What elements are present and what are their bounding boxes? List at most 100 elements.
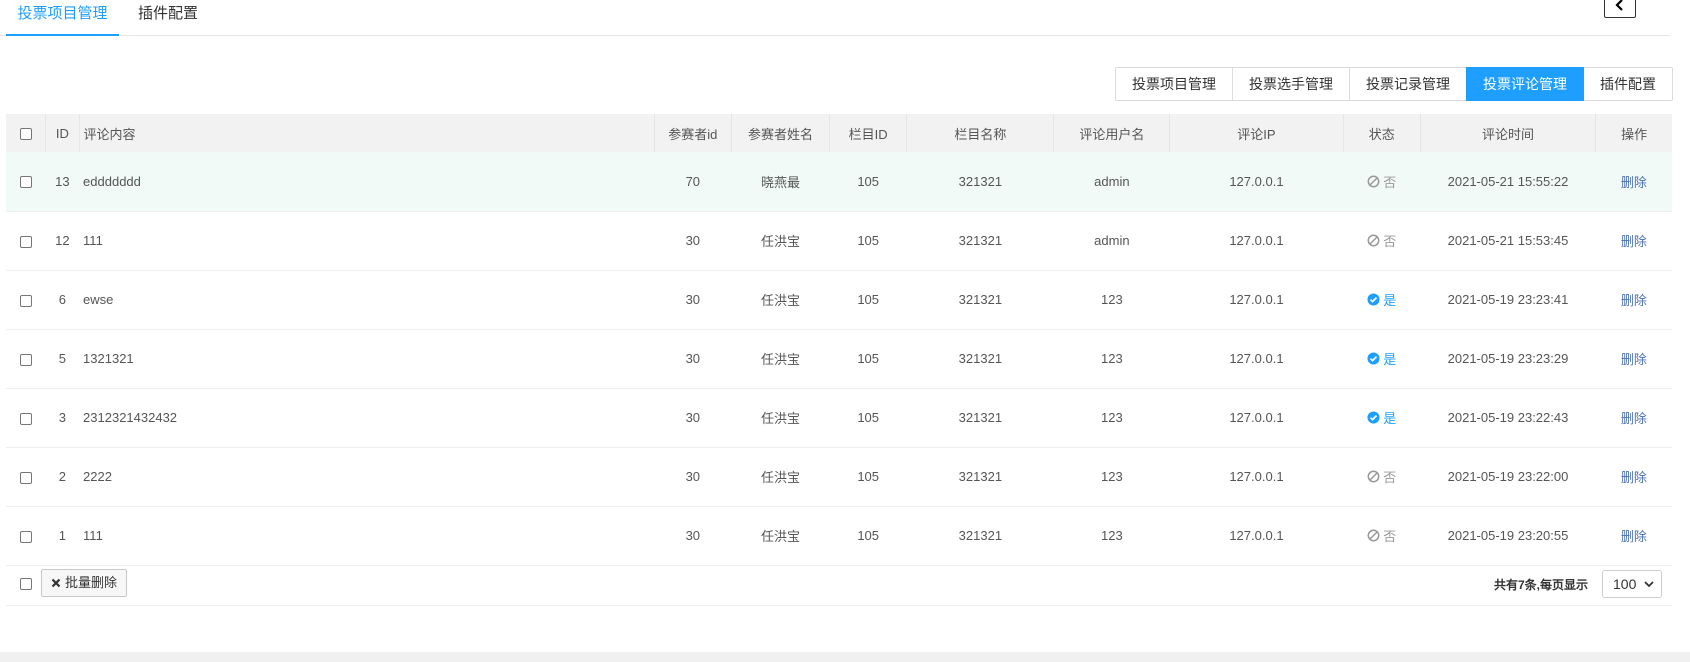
nav-vote-comment-manage-button[interactable]: 投票评论管理 [1466,67,1584,101]
id-cell: 12 [55,233,70,248]
status-cell: 是 [1343,388,1420,447]
row-checkbox[interactable] [19,530,32,543]
participant-id-cell: 30 [685,410,701,425]
batch-delete-button[interactable]: 批量删除 [41,569,128,597]
col-header-participant-name: 参赛者姓名 [731,114,831,152]
table-row: 13 eddddddd 70 晓燕最 105 321321 admin 127.0.0.1 否 2… [6,152,1672,211]
check-circle-icon [1367,411,1380,424]
col-header-column-id: 栏目ID [829,114,908,152]
table-footer: 批量删除 共有7条,每页显示 100 [6,560,1672,606]
row-select-cell [6,388,46,447]
collapse-button[interactable] [1604,0,1636,18]
status-text: 是 [1383,411,1397,426]
status-text: 否 [1383,470,1397,485]
col-header-id: ID [45,114,80,152]
total-count-text: 共有7条,每页显示 [1493,578,1588,592]
tab-plugin-config[interactable]: 插件配置 [132,0,204,36]
row-checkbox[interactable] [19,235,32,248]
ip-cell: 127.0.0.1 [1229,469,1284,484]
row-select-cell [6,270,46,329]
check-circle-icon [1367,293,1380,306]
select-all-cell [6,114,47,152]
status-badge: 否 [1367,467,1396,486]
delete-link[interactable]: 删除 [1621,352,1647,367]
row-checkbox[interactable] [19,412,32,425]
row-checkbox[interactable] [19,471,32,484]
check-circle-icon [1367,352,1380,365]
ip-cell: 127.0.0.1 [1229,351,1284,366]
status-cell: 否 [1343,152,1420,211]
table-row: 3 2312321432432 30 任洪宝 105 321321 123 127.0.0.1… [6,388,1672,447]
row-checkbox[interactable] [19,294,32,307]
footer-select-all-checkbox[interactable] [20,578,32,590]
comment-table: ID 评论内容 参赛者id 参赛者姓名 栏目ID 栏目名称 评论用户名 评论IP… [6,114,1672,566]
delete-link[interactable]: 删除 [1621,529,1647,544]
top-tab-bar: 投票项目管理 插件配置 [0,0,1670,36]
status-cell: 是 [1343,329,1420,388]
column-id-cell: 105 [857,292,880,307]
participant-id-cell: 30 [685,469,701,484]
row-checkbox[interactable] [19,353,32,366]
time-cell: 2021-05-19 23:23:41 [1447,292,1569,307]
nav-vote-project-manage-button[interactable]: 投票项目管理 [1115,67,1233,101]
delete-link[interactable]: 删除 [1621,411,1647,426]
status-cell: 否 [1343,447,1420,506]
delete-link[interactable]: 删除 [1621,293,1647,308]
ip-cell: 127.0.0.1 [1229,410,1284,425]
participant-name-cell: 任洪宝 [760,352,800,367]
row-select-cell [6,211,46,270]
participant-id-cell: 30 [685,292,701,307]
col-header-column-name: 栏目名称 [906,114,1055,152]
row-select-cell [6,447,46,506]
participant-id-cell: 30 [685,351,701,366]
status-text: 否 [1383,529,1397,544]
content-cell: eddddddd [83,173,141,189]
table-row: 2 2222 30 任洪宝 105 321321 123 127.0.0.1 否 2021-05-… [6,447,1672,506]
id-cell: 3 [58,410,66,425]
column-id-cell: 105 [857,410,880,425]
batch-delete-label: 批量删除 [65,575,118,590]
action-cell: 删除 [1596,447,1672,506]
column-name-cell: 321321 [958,528,1003,543]
content-cell: ewse [83,292,114,307]
column-id-cell: 105 [857,528,880,543]
content-cell: 2222 [83,469,112,484]
column-name-cell: 321321 [958,351,1003,366]
action-cell: 删除 [1596,388,1672,447]
username-cell: admin [1094,233,1130,248]
action-cell: 删除 [1596,152,1672,211]
tab-vote-project-manage[interactable]: 投票项目管理 [6,0,119,36]
ip-cell: 127.0.0.1 [1229,173,1284,189]
delete-link[interactable]: 删除 [1621,234,1647,249]
col-header-time: 评论时间 [1420,114,1597,152]
row-checkbox[interactable] [19,176,32,189]
column-name-cell: 321321 [958,233,1003,248]
col-header-ip: 评论IP [1169,114,1344,152]
time-cell: 2021-05-21 15:53:45 [1447,233,1569,248]
table-header-row: ID 评论内容 参赛者id 参赛者姓名 栏目ID 栏目名称 评论用户名 评论IP… [6,114,1672,152]
username-cell: admin [1094,173,1130,189]
status-badge: 否 [1367,526,1396,545]
status-text: 否 [1383,234,1397,249]
status-cell: 是 [1343,270,1420,329]
nav-vote-player-manage-button[interactable]: 投票选手管理 [1232,67,1350,101]
column-id-cell: 105 [857,173,880,189]
username-cell: 123 [1101,292,1123,307]
participant-name-cell: 晓燕最 [760,174,800,190]
delete-link[interactable]: 删除 [1621,175,1647,190]
participant-name-cell: 任洪宝 [760,411,800,426]
close-icon [51,578,61,588]
delete-link[interactable]: 删除 [1621,470,1647,485]
page-size-select[interactable]: 100 [1602,570,1662,598]
nav-vote-record-manage-button[interactable]: 投票记录管理 [1349,67,1467,101]
chevron-left-icon [1615,0,1623,11]
nav-plugin-config-button[interactable]: 插件配置 [1583,67,1673,101]
column-name-cell: 321321 [958,410,1003,425]
participant-name-cell: 任洪宝 [760,529,800,544]
status-text: 是 [1383,293,1397,308]
column-name-cell: 321321 [958,173,1003,189]
content-cell: 111 [83,233,103,248]
participant-id-cell: 30 [685,528,701,543]
status-badge: 否 [1367,172,1396,191]
select-all-checkbox[interactable] [19,128,32,141]
